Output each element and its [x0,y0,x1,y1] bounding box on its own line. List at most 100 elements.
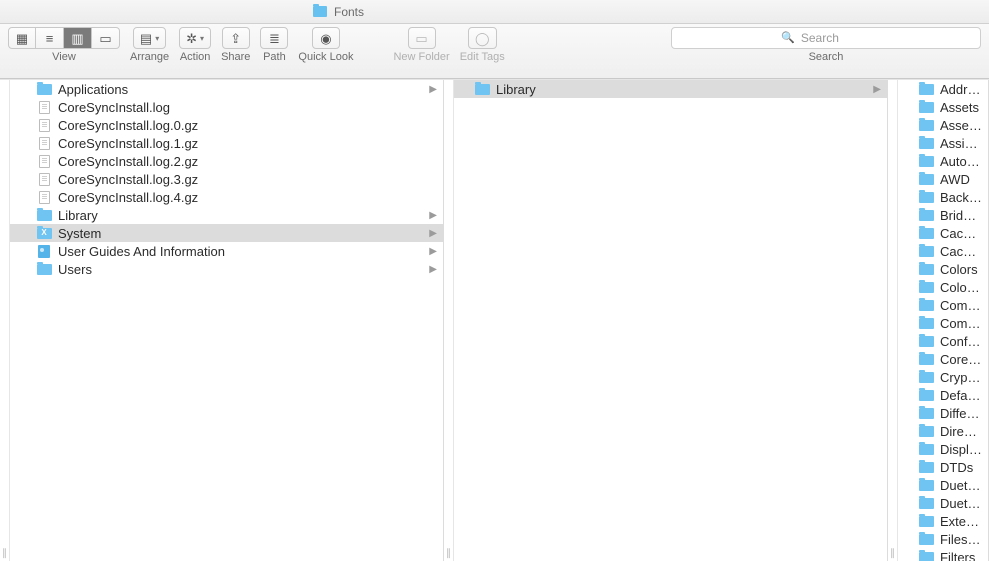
folder-icon [918,478,934,492]
list-item[interactable]: Extensions [898,512,988,530]
action-group: ✲▾ Action [179,27,211,63]
column-divider-1[interactable]: ∥ [444,80,454,561]
list-item[interactable]: DirectoryServices [898,422,988,440]
list-item[interactable]: DefaultsConfigurations [898,386,988,404]
title-bar: Fonts [0,0,989,24]
document-icon [36,100,52,114]
item-name: CoreSyncInstall.log.2.gz [58,154,198,169]
list-item[interactable]: Filesystems [898,530,988,548]
list-item[interactable]: Users▶ [10,260,443,278]
item-name: ConfigurationProfiles [940,334,982,349]
edittags-label: Edit Tags [460,51,505,63]
folder-icon [918,496,934,510]
folder-icon [918,550,934,561]
arrange-icon: ▤ [140,32,152,45]
item-name: DifferentialPrivacy [940,406,982,421]
list-item[interactable]: Filters [898,548,988,561]
list-item[interactable]: Assets [898,98,988,116]
search-input[interactable] [801,31,871,45]
item-name: Components [940,298,982,313]
folder-icon [918,424,934,438]
list-item[interactable]: ConfigurationProfiles [898,332,988,350]
list-item[interactable]: User Guides And Information▶ [10,242,443,260]
folder-icon [918,514,934,528]
list-item[interactable]: CryptoTokenKit [898,368,988,386]
edittags-group: ◯ Edit Tags [460,27,505,63]
list-item[interactable]: BridgeSupport [898,206,988,224]
list-item[interactable]: DuetActivityScheduler [898,476,988,494]
arrange-button[interactable]: ▤▾ [133,27,166,49]
chevron-right-icon: ▶ [429,228,437,239]
quicklook-group: ◉ Quick Look [298,27,353,63]
list-item[interactable]: CoreSyncInstall.log.4.gz [10,188,443,206]
list-item[interactable]: ColorSync [898,278,988,296]
list-item[interactable]: CoreSyncInstall.log [10,98,443,116]
column-3[interactable]: Address Book Plug-InsAssetsAssetTypeDesc… [898,80,989,561]
tag-icon: ◯ [475,32,490,45]
list-item[interactable]: CoreServices [898,350,988,368]
list-item[interactable]: Address Book Plug-Ins [898,80,988,98]
column-1[interactable]: Applications▶CoreSyncInstall.logCoreSync… [10,80,444,561]
list-item[interactable]: DTDs [898,458,988,476]
book-icon [36,244,52,258]
view-gallery-button[interactable]: ▭ [92,27,120,49]
view-list-button[interactable]: ≡ [36,27,64,49]
action-button[interactable]: ✲▾ [179,27,211,49]
folder-icon [918,190,934,204]
list-item[interactable]: DifferentialPrivacy [898,404,988,422]
edit-tags-button[interactable]: ◯ [468,27,497,49]
system-folder-icon: X [36,226,52,240]
quicklook-button[interactable]: ◉ [312,27,340,49]
list-item[interactable]: Backup [898,188,988,206]
list-item[interactable]: XSystem▶ [10,224,443,242]
folder-icon [918,298,934,312]
document-icon [36,172,52,186]
column-divider-2[interactable]: ∥ [888,80,898,561]
chevron-right-icon: ▶ [429,246,437,257]
chevron-right-icon: ▶ [873,84,881,95]
list-item[interactable]: Assistant [898,134,988,152]
list-item[interactable]: DuetKnowledgeBase [898,494,988,512]
list-item[interactable]: AssetTypeDescriptors [898,116,988,134]
list-item[interactable]: Displays [898,440,988,458]
view-label: View [52,51,76,63]
list-item[interactable]: Colors [898,260,988,278]
gutter-left[interactable]: ∥ [0,80,10,561]
list-item[interactable]: CoreSyncInstall.log.2.gz [10,152,443,170]
new-folder-button[interactable]: ▭ [408,27,436,49]
list-item[interactable]: AWD [898,170,988,188]
document-icon [36,136,52,150]
document-icon [36,190,52,204]
item-name: Assistant [940,136,982,151]
list-item[interactable]: Components [898,296,988,314]
search-field[interactable]: 🔍 [671,27,981,49]
list-item[interactable]: Caches [898,242,988,260]
item-name: Compositions [940,316,982,331]
share-button[interactable]: ⇪ [222,27,250,49]
eye-icon: ◉ [320,32,331,45]
list-item[interactable]: CoreSyncInstall.log.3.gz [10,170,443,188]
view-icon-button[interactable]: ▦ [8,27,36,49]
path-group: ≣ Path [260,27,288,63]
action-label: Action [180,51,211,63]
item-name: Caches [940,244,982,259]
list-item[interactable]: CoreSyncInstall.log.0.gz [10,116,443,134]
list-item[interactable]: CacheDelete [898,224,988,242]
item-name: Library [58,208,98,223]
share-group: ⇪ Share [221,27,250,63]
item-name: Backup [940,190,982,205]
folder-icon [36,82,52,96]
folder-icon [918,370,934,384]
title-tab[interactable]: Fonts [300,0,376,23]
list-item[interactable]: Applications▶ [10,80,443,98]
list-item[interactable]: CoreSyncInstall.log.1.gz [10,134,443,152]
chevron-right-icon: ▶ [429,84,437,95]
list-item[interactable]: Compositions [898,314,988,332]
column-2[interactable]: Library▶ [454,80,888,561]
list-item[interactable]: Library▶ [10,206,443,224]
list-item[interactable]: Library▶ [454,80,887,98]
view-columns-button[interactable]: ▥ [64,27,92,49]
path-button[interactable]: ≣ [260,27,288,49]
list-item[interactable]: Automator [898,152,988,170]
item-name: CacheDelete [940,226,982,241]
